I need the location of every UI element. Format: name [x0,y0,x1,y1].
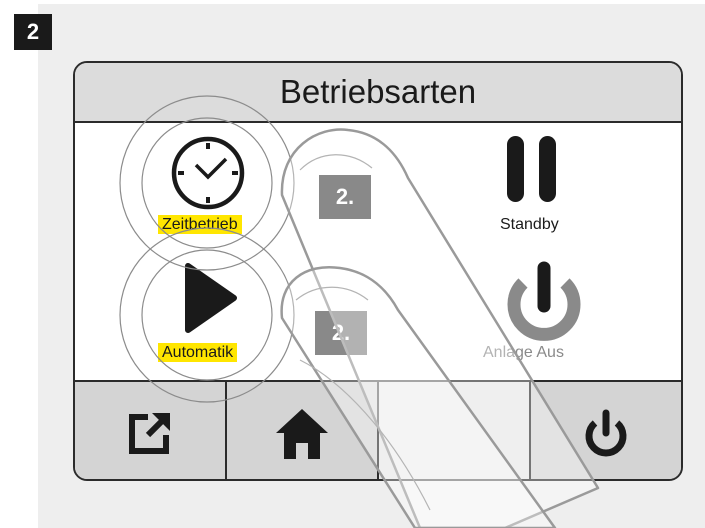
step-marker-1: 2. [319,175,371,219]
home-icon [276,408,328,459]
nav-empty-slot [379,382,531,479]
external-link-icon [129,412,170,454]
nav-home-button[interactable] [227,382,379,479]
screen-title: Betriebsarten [279,73,477,110]
zeitbetrieb-label: Zeitbetrieb [158,215,242,234]
power-icon [507,261,581,341]
step-marker-2: 2. [315,311,367,355]
screen-header: Betriebsarten [75,63,681,123]
step-number-badge: 2 [14,14,52,50]
mode-automatik-button[interactable]: Automatik [135,248,295,373]
anlage-aus-label: Anlage Aus [483,344,564,361]
automatik-label: Automatik [158,343,238,362]
device-screen: Betriebsarten Zeitbetrieb Standby Automa… [73,61,683,481]
bottom-nav [75,380,681,479]
mode-standby-button[interactable]: Standby [485,133,595,243]
play-icon [185,263,237,333]
mode-anlage-aus-button[interactable]: Anlage Aus [470,248,620,373]
mode-zeitbetrieb-button[interactable]: Zeitbetrieb [135,123,295,243]
standby-label: Standby [500,216,559,233]
nav-external-link-button[interactable] [75,382,227,479]
power-icon [585,409,627,456]
nav-power-button[interactable] [531,382,681,479]
pause-icon [507,136,556,202]
